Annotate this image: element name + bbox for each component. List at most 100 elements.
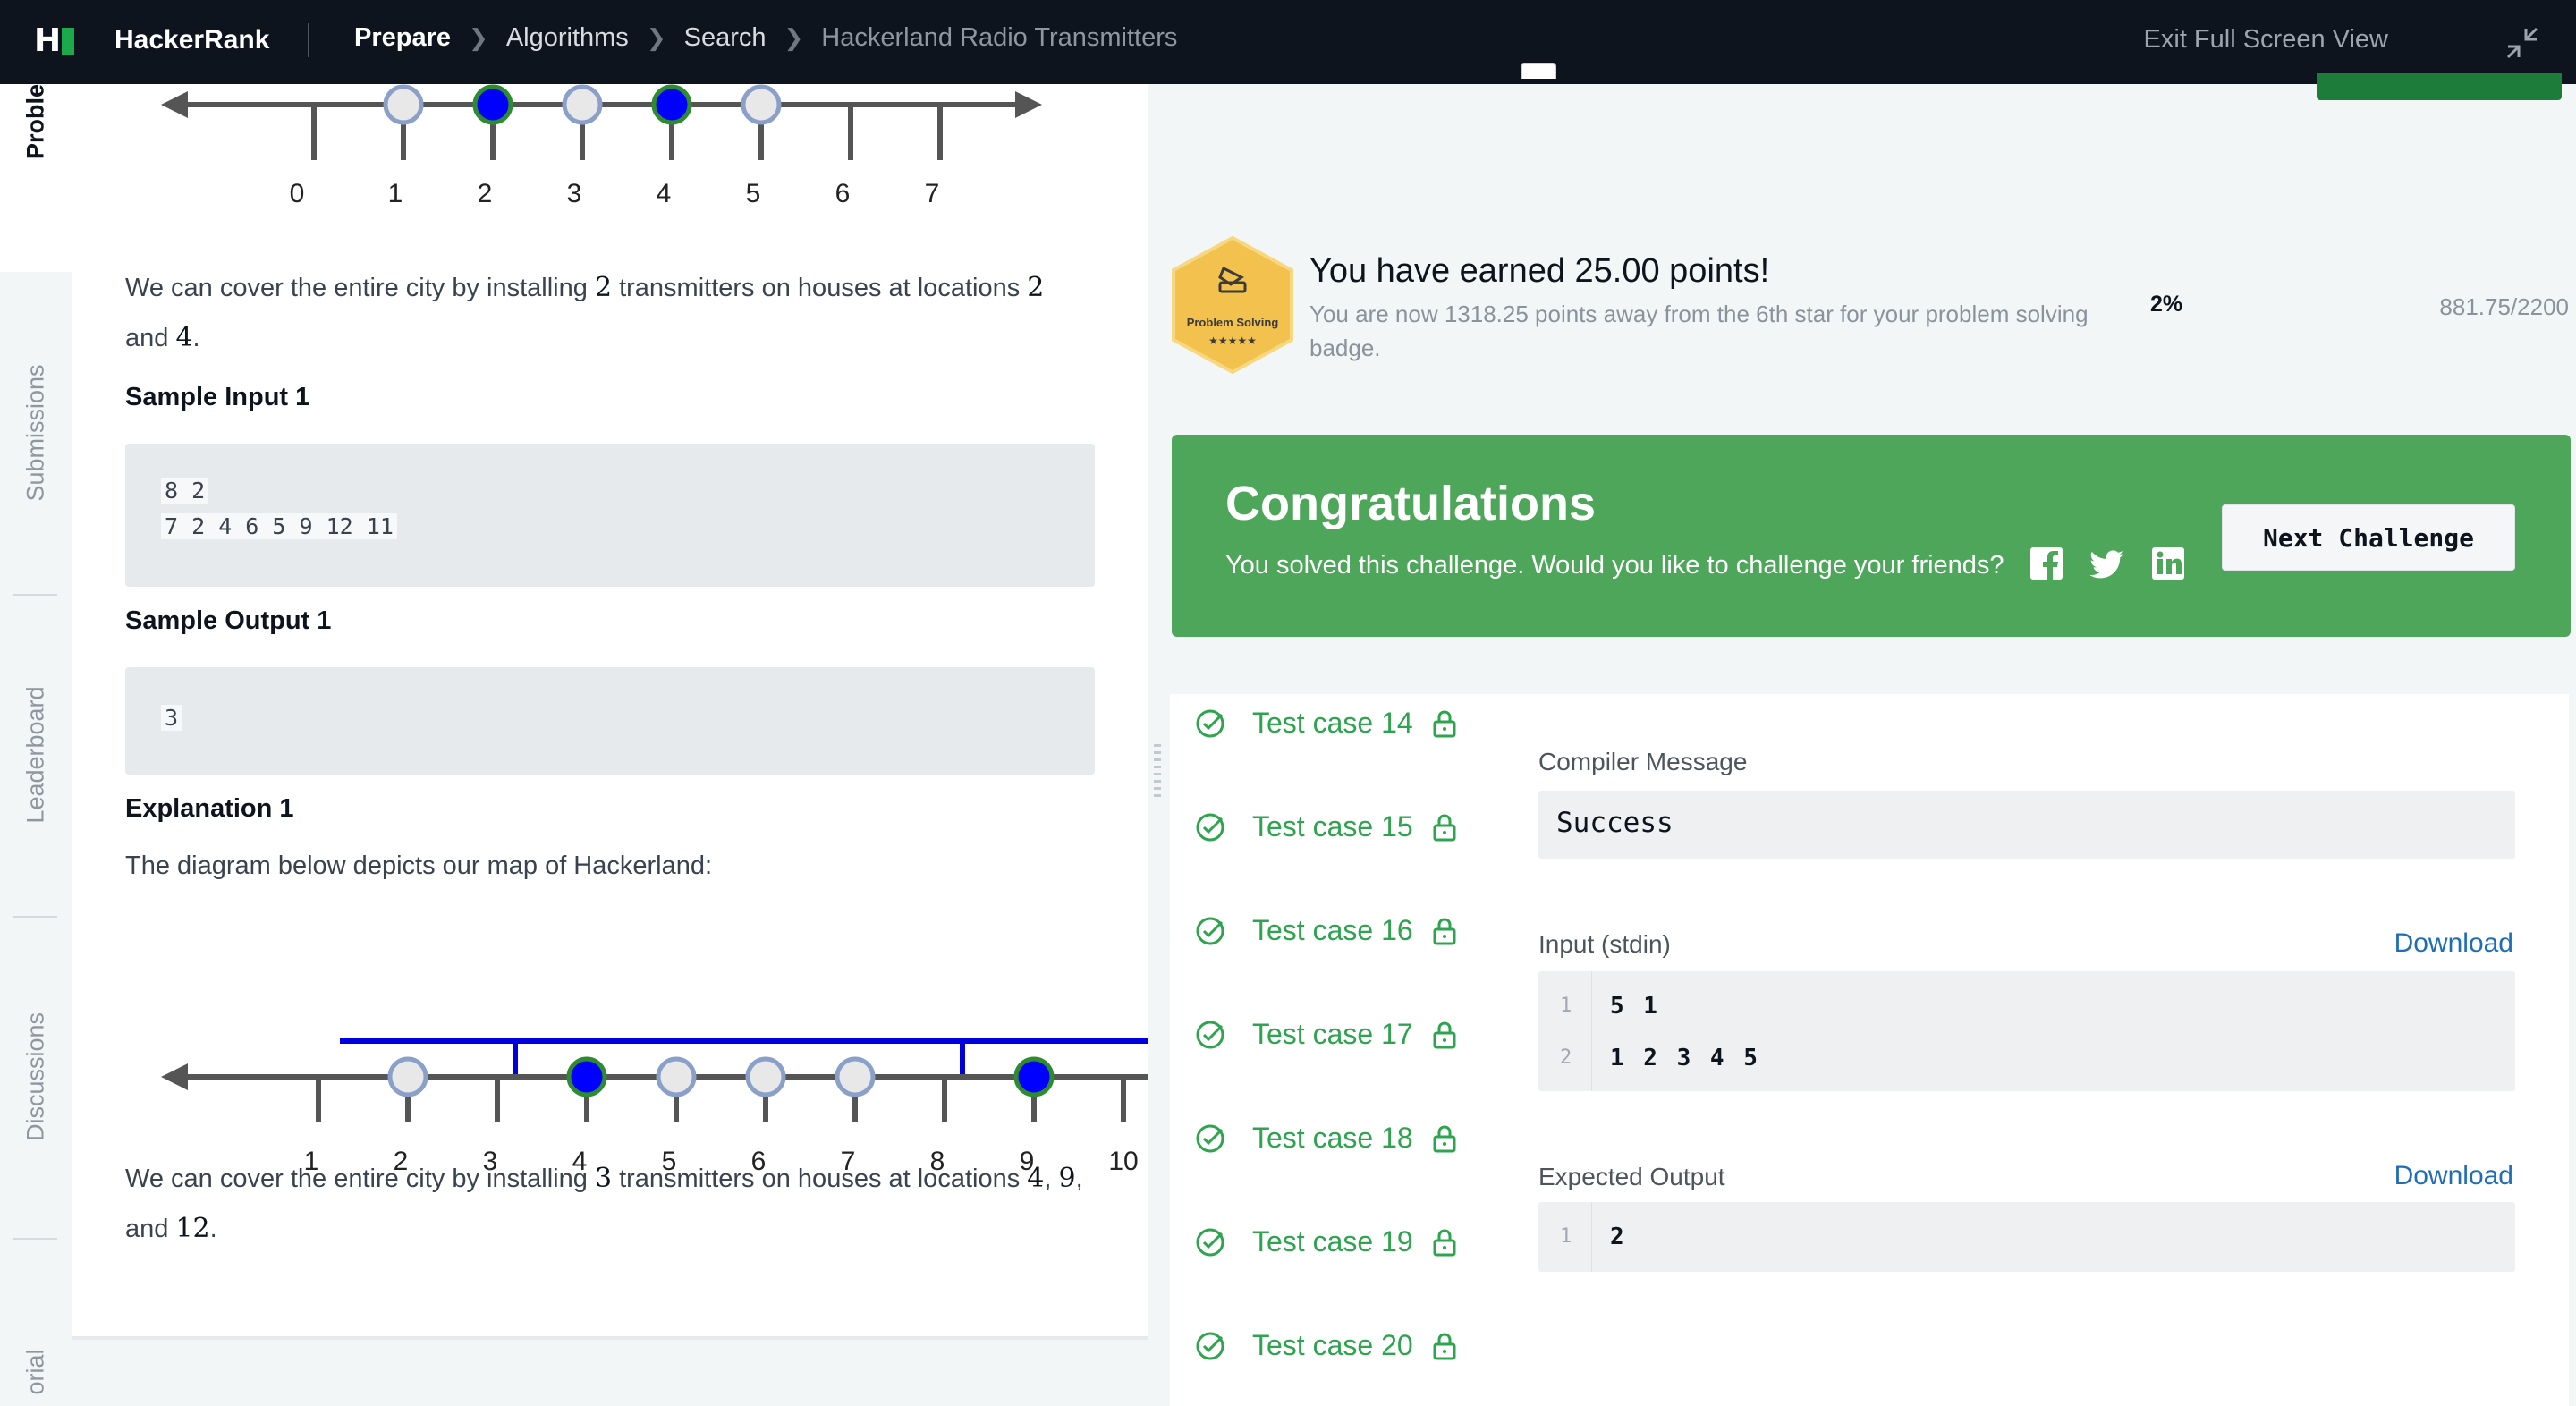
sample-input-1-title: Sample Input 1 <box>125 383 310 411</box>
line-number: 1 <box>1560 995 1572 1017</box>
congratulations-title: Congratulations <box>1225 477 1596 530</box>
test-case-item[interactable]: Test case 16 <box>1195 914 1458 947</box>
expected-output-download-link[interactable]: Download <box>2394 1161 2513 1191</box>
compiler-message-value: Success <box>1556 807 1674 839</box>
input-download-link[interactable]: Download <box>2394 928 2513 959</box>
twitter-icon[interactable] <box>2089 546 2125 581</box>
congratulations-banner: Congratulations You solved this challeng… <box>1172 435 2571 637</box>
code-line: 7 2 4 6 5 9 12 11 <box>161 513 397 539</box>
badge-progress-percent: 2% <box>2150 292 2183 317</box>
exit-fullscreen-icon[interactable] <box>2504 25 2540 61</box>
badge-score: 881.75/2200 <box>2439 293 2569 320</box>
tick-label: 4 <box>657 179 672 208</box>
test-case-label: Test case 15 <box>1252 810 1413 843</box>
lock-icon <box>1433 1124 1456 1152</box>
check-circle-icon <box>1196 917 1224 944</box>
tab-divider <box>13 1238 57 1240</box>
next-challenge-button[interactable]: Next Challenge <box>2222 504 2515 571</box>
line-number: 2 <box>1560 1046 1572 1069</box>
top-nav-bar: H HackerRank Prepare ❯ Algorithms ❯ Sear… <box>0 0 2576 84</box>
breadcrumb-current-challenge: Hackerland Radio Transmitters <box>821 23 1178 52</box>
tick-label: 5 <box>746 179 761 208</box>
expected-output-box: 1 2 <box>1538 1202 2515 1272</box>
test-case-label: Test case 14 <box>1252 707 1413 739</box>
sample-output-1-box: 3 <box>125 667 1095 775</box>
breadcrumb-algorithms[interactable]: Algorithms <box>506 23 629 53</box>
tab-leaderboard[interactable]: Leaderboard <box>22 686 50 823</box>
nav-divider <box>308 23 309 57</box>
lock-icon <box>1433 1021 1456 1048</box>
tick-label: 6 <box>835 179 851 208</box>
tab-submissions[interactable]: Submissions <box>22 364 50 501</box>
chevron-right-icon: ❯ <box>469 24 488 51</box>
tick-label: 1 <box>388 179 403 208</box>
test-results-panel: Test case 14 Test case 15 Test case 16 T… <box>1170 694 2569 1406</box>
tab-editorial[interactable]: orial <box>22 1349 50 1394</box>
linkedin-icon[interactable] <box>2150 546 2186 581</box>
tick-label: 7 <box>925 179 940 208</box>
hackerrank-logo[interactable]: H <box>34 25 80 57</box>
breadcrumb: Prepare ❯ Algorithms ❯ Search ❯ Hackerla… <box>354 23 1177 53</box>
code-line: 8 2 <box>161 478 209 504</box>
tick-label: 2 <box>478 179 493 208</box>
line-number: 1 <box>1560 1225 1572 1248</box>
problem-statement-panel: 0 1 2 3 4 5 6 7 We can cover the entire … <box>72 84 1148 1336</box>
tab-divider <box>13 594 57 596</box>
badge-stars: ★★★★★ <box>1208 335 1257 347</box>
test-case-label: Test case 19 <box>1252 1225 1413 1258</box>
explanation-1-result-text: We can cover the entire city by installi… <box>125 1163 1083 1244</box>
input-line: 1 2 3 4 5 <box>1610 1045 1758 1071</box>
lock-icon <box>1433 1228 1456 1256</box>
test-case-item[interactable]: Test case 14 <box>1195 707 1458 740</box>
tab-problem[interactable]: Proble <box>22 84 50 159</box>
breadcrumb-search[interactable]: Search <box>684 23 767 53</box>
check-circle-icon <box>1196 709 1224 737</box>
points-away-text: You are now 1318.25 points away from the… <box>1309 301 2089 361</box>
exit-fullscreen-link[interactable]: Exit Full Screen View <box>2144 25 2388 55</box>
expected-output-label: Expected Output <box>1538 1163 1725 1190</box>
input-line: 5 1 <box>1610 993 1657 1020</box>
tick-label: 3 <box>567 179 582 208</box>
tab-discussions[interactable]: Discussions <box>22 1012 50 1141</box>
sample-input-1-box: 8 2 7 2 4 6 5 9 12 11 <box>125 444 1095 587</box>
input-stdin-box: 1 5 1 2 1 2 3 4 5 <box>1538 971 2515 1091</box>
test-case-label: Test case 16 <box>1252 914 1413 946</box>
sample-output-1-title: Sample Output 1 <box>125 606 332 635</box>
check-circle-icon <box>1196 1124 1224 1152</box>
test-case-item[interactable]: Test case 18 <box>1195 1122 1458 1155</box>
problem-solving-badge-icon: Problem Solving ★★★★★ <box>1172 235 1293 375</box>
facebook-icon[interactable] <box>2029 546 2064 581</box>
test-case-label: Test case 18 <box>1252 1122 1413 1154</box>
hackerland-map-diagram-1 <box>161 1038 1148 1122</box>
expected-line: 2 <box>1610 1224 1624 1250</box>
compiler-message-box: Success <box>1538 791 2515 859</box>
test-case-item[interactable]: Test case 15 <box>1195 810 1458 843</box>
explanation-0-text: We can cover the entire city by installi… <box>125 272 1045 353</box>
explanation-1-text: The diagram below depicts our map of Hac… <box>125 851 713 880</box>
compiler-message-label: Compiler Message <box>1538 748 1748 775</box>
check-circle-icon <box>1196 813 1224 841</box>
submit-button-remnant[interactable] <box>2317 73 2562 100</box>
brand-name[interactable]: HackerRank <box>114 25 269 55</box>
lock-icon <box>1433 813 1456 841</box>
badge-label: Problem Solving <box>1187 316 1279 329</box>
check-circle-icon <box>1196 1332 1224 1359</box>
chevron-right-icon: ❯ <box>646 24 666 51</box>
check-circle-icon <box>1196 1021 1224 1048</box>
test-case-item[interactable]: Test case 17 <box>1195 1018 1458 1051</box>
pane-resize-handle[interactable] <box>1150 742 1165 800</box>
lock-icon <box>1433 709 1456 737</box>
code-line: 3 <box>161 705 182 731</box>
test-case-label: Test case 17 <box>1252 1018 1413 1050</box>
side-tabs: Proble Submissions Leaderboard Discussio… <box>0 84 72 1406</box>
test-case-item[interactable]: Test case 20 <box>1195 1329 1458 1362</box>
test-case-item[interactable]: Test case 19 <box>1195 1225 1458 1258</box>
points-earned-title: You have earned 25.00 points! <box>1309 252 1770 290</box>
check-circle-icon <box>1196 1228 1224 1256</box>
explanation-1-title: Explanation 1 <box>125 794 294 823</box>
congratulations-subtitle: You solved this challenge. Would you lik… <box>1225 551 2004 580</box>
lock-icon <box>1433 917 1456 944</box>
hackerland-map-diagram-0: 0 1 2 3 4 5 6 7 <box>161 84 1042 208</box>
chevron-right-icon: ❯ <box>784 24 804 51</box>
breadcrumb-prepare[interactable]: Prepare <box>354 23 451 53</box>
